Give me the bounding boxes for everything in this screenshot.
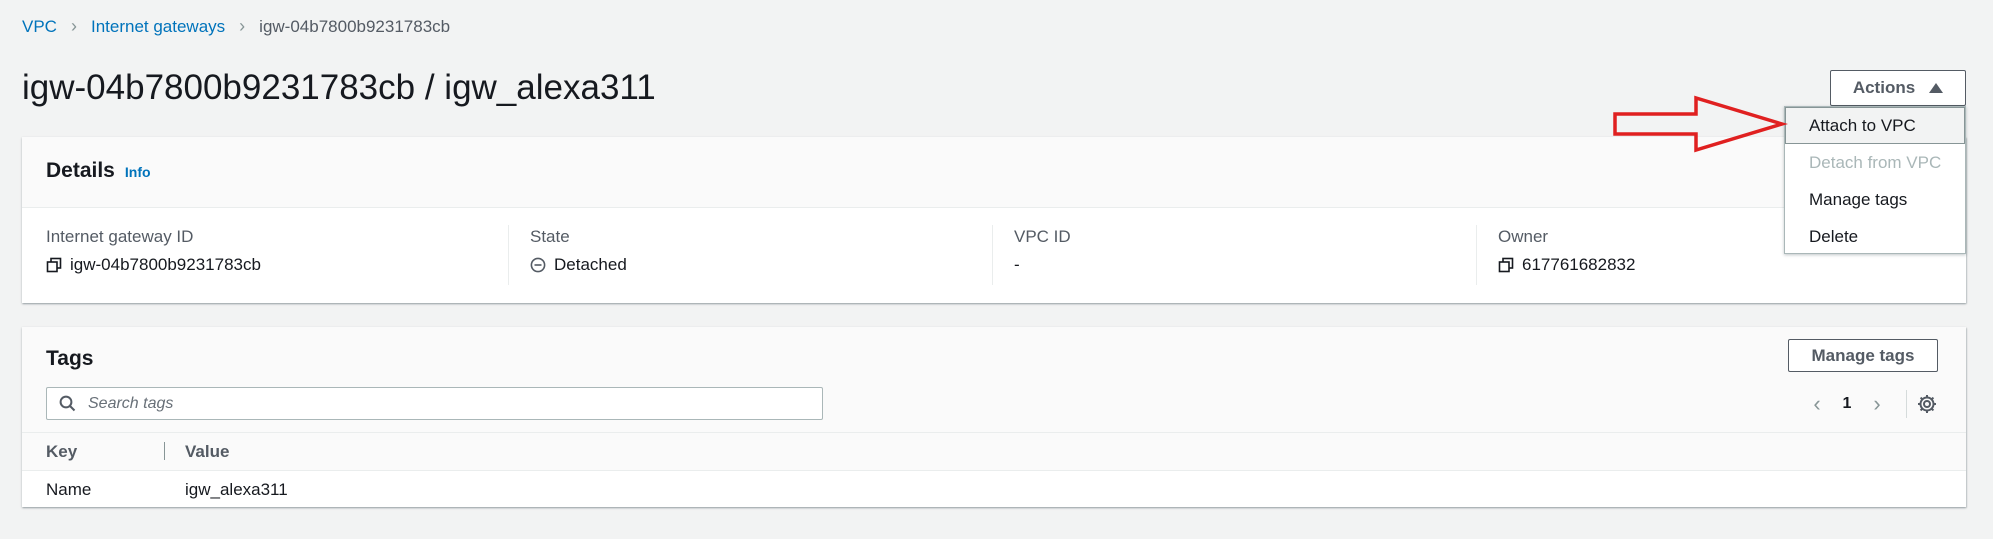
details-title: Details Info: [46, 159, 151, 183]
actions-button[interactable]: Actions: [1830, 70, 1966, 106]
manage-tags-button[interactable]: Manage tags: [1788, 339, 1938, 372]
actions-button-label: Actions: [1852, 78, 1916, 97]
table-header: Key Value: [22, 433, 1966, 471]
column-divider: [1476, 225, 1477, 285]
detail-value: -: [1014, 255, 1020, 274]
tag-key-cell: Name: [46, 480, 92, 499]
copy-icon[interactable]: [1498, 257, 1514, 273]
tags-header: Tags Manage tags ‹ 1 ›: [22, 327, 1966, 433]
caret-up-icon: [1929, 83, 1944, 93]
details-panel: Details Info Internet gateway ID igw-04b7…: [22, 137, 1966, 303]
detail-label: VPC ID: [1014, 227, 1071, 246]
annotation-arrow-icon: [1613, 95, 1788, 153]
breadcrumb-current: igw-04b7800b9231783cb: [259, 16, 451, 36]
chevron-right-icon: ›: [239, 16, 246, 36]
menu-item-delete[interactable]: Delete: [1785, 218, 1965, 255]
page-number[interactable]: 1: [1832, 395, 1862, 413]
gear-icon[interactable]: [1917, 394, 1937, 414]
table-row: Name igw_alexa311: [22, 471, 1966, 508]
column-resizer[interactable]: [164, 442, 165, 460]
chevron-right-icon: ›: [70, 16, 77, 36]
pager-divider: [1906, 390, 1907, 418]
tags-title: Tags: [46, 347, 94, 370]
actions-dropdown-menu: Attach to VPC Detach from VPC Manage tag…: [1784, 106, 1966, 254]
detail-value: igw-04b7800b9231783cb: [70, 255, 261, 274]
tags-panel: Tags Manage tags ‹ 1 ›: [22, 327, 1966, 507]
column-header-value[interactable]: Value: [185, 442, 229, 462]
detail-value: 617761682832: [1522, 255, 1636, 274]
detached-status-icon: [530, 257, 546, 273]
column-header-key[interactable]: Key: [46, 442, 77, 462]
detail-internet-gateway-id: Internet gateway ID igw-04b7800b9231783c…: [46, 227, 530, 285]
chevron-right-icon[interactable]: ›: [1862, 391, 1892, 417]
detail-value: Detached: [554, 255, 627, 274]
pagination: ‹ 1 ›: [1802, 389, 1937, 419]
copy-icon[interactable]: [46, 257, 62, 273]
detail-vpc-id: VPC ID -: [1014, 227, 1498, 285]
search-tags-field[interactable]: [46, 387, 823, 420]
breadcrumb: VPC › Internet gateways › igw-04b7800b92…: [22, 16, 450, 37]
page-title: igw-04b7800b9231783cb / igw_alexa311: [22, 68, 656, 107]
detail-label: Internet gateway ID: [46, 227, 194, 246]
breadcrumb-vpc-link[interactable]: VPC: [22, 17, 57, 37]
details-title-text: Details: [46, 159, 115, 182]
search-tags-input[interactable]: [86, 393, 790, 414]
detail-label: State: [530, 227, 570, 246]
info-link[interactable]: Info: [125, 164, 151, 180]
column-divider: [992, 225, 993, 285]
column-divider: [508, 225, 509, 285]
chevron-left-icon[interactable]: ‹: [1802, 391, 1832, 417]
menu-item-attach-to-vpc[interactable]: Attach to VPC: [1785, 107, 1965, 144]
breadcrumb-internet-gateways-link[interactable]: Internet gateways: [91, 17, 225, 37]
menu-item-detach-from-vpc: Detach from VPC: [1809, 153, 1942, 172]
detail-state: State Detached: [530, 227, 1014, 285]
search-icon: [59, 395, 76, 412]
tag-value-cell: igw_alexa311: [185, 480, 288, 499]
menu-item-manage-tags[interactable]: Manage tags: [1785, 181, 1965, 218]
